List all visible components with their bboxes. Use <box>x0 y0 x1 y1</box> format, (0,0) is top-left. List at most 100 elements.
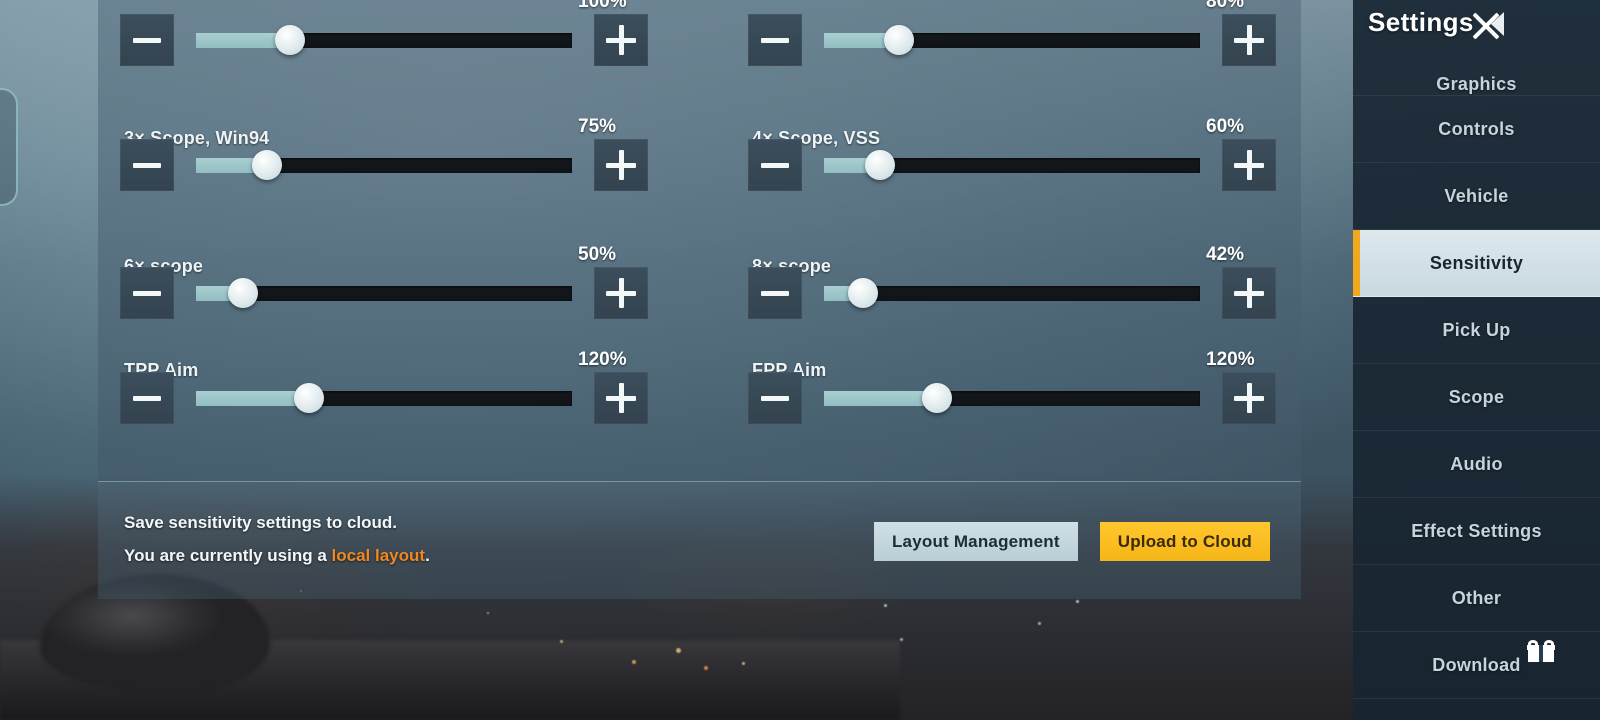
settings-sidebar: Settings Graphics Controls Vehicle Sensitiv… <box>1353 0 1600 720</box>
minus-icon <box>133 37 161 43</box>
cloud-save-text: Save sensitivity settings to cloud. You … <box>124 506 430 572</box>
upload-to-cloud-button[interactable]: Upload to Cloud <box>1099 522 1270 561</box>
increment-button[interactable] <box>594 267 648 319</box>
sensitivity-slider-row <box>120 372 648 424</box>
sidebar-item-pick-up[interactable]: Pick Up <box>1353 297 1600 364</box>
slider-thumb[interactable] <box>884 25 915 55</box>
plus-icon <box>1234 383 1264 413</box>
slider-value: 60% <box>1206 116 1245 137</box>
layout-type-accent: local layout <box>331 546 426 565</box>
slider-track[interactable] <box>824 25 1200 55</box>
cloud-save-line1: Save sensitivity settings to cloud. <box>124 513 398 532</box>
increment-button[interactable] <box>594 14 648 66</box>
sensitivity-slider[interactable] <box>824 267 1200 319</box>
plus-icon <box>606 25 636 55</box>
decrement-button[interactable] <box>748 14 802 66</box>
slider-thumb[interactable] <box>275 25 305 55</box>
sidebar-item-label: Pick Up <box>1442 319 1511 340</box>
increment-button[interactable] <box>1222 267 1276 319</box>
sensitivity-slider-row <box>120 139 648 191</box>
increment-button[interactable] <box>594 139 648 191</box>
plus-icon <box>1234 278 1264 308</box>
decrement-button[interactable] <box>748 372 802 424</box>
increment-button[interactable] <box>1222 139 1276 191</box>
slider-track[interactable] <box>824 383 1200 413</box>
sidebar-item-controls[interactable]: Controls <box>1353 96 1600 163</box>
increment-button[interactable] <box>594 372 648 424</box>
slider-fill <box>196 390 309 406</box>
slider-thumb[interactable] <box>251 150 282 180</box>
edge-control-chip[interactable] <box>0 88 18 206</box>
sidebar-item-effect-settings[interactable]: Effect Settings <box>1353 498 1600 565</box>
sidebar-item-sensitivity[interactable]: Sensitivity <box>1353 230 1600 297</box>
slider-track[interactable] <box>196 25 572 55</box>
sidebar-item-label: Other <box>1451 587 1502 608</box>
sidebar-item-vehicle[interactable]: Vehicle <box>1353 163 1600 230</box>
slider-track[interactable] <box>824 150 1200 180</box>
decrement-button[interactable] <box>120 267 174 319</box>
sensitivity-slider[interactable] <box>196 267 572 319</box>
cloud-save-panel: Save sensitivity settings to cloud. You … <box>98 481 1301 599</box>
sidebar-item-graphics[interactable]: Graphics <box>1353 52 1600 96</box>
sidebar-item-label: Sensitivity <box>1429 252 1524 273</box>
sidebar-item-label: Effect Settings <box>1411 520 1542 541</box>
slider-value: 50% <box>578 244 617 265</box>
plus-icon <box>606 383 636 413</box>
sidebar-item-label: Vehicle <box>1444 185 1509 206</box>
sidebar-item-label: Controls <box>1438 118 1515 139</box>
layout-prefix: You are currently using a <box>124 546 332 565</box>
sensitivity-slider[interactable] <box>196 372 572 424</box>
slider-thumb[interactable] <box>228 278 258 308</box>
decrement-button[interactable] <box>120 372 174 424</box>
plus-icon <box>1234 150 1264 180</box>
sensitivity-panel: 100% 80% 3× Scope, Win94 75% 4× Scope, VSS 60… <box>98 0 1301 481</box>
slider-track[interactable] <box>196 150 572 180</box>
sidebar-header: Settings <box>1353 0 1600 52</box>
sidebar-nav-list: Graphics Controls Vehicle Sensitivity Pick U… <box>1353 52 1600 699</box>
plus-icon <box>606 150 636 180</box>
sensitivity-slider[interactable] <box>824 139 1200 191</box>
collapse-arrow-icon[interactable] <box>1491 12 1504 36</box>
minus-icon <box>133 162 161 168</box>
sidebar-item-scope[interactable]: Scope <box>1353 364 1600 431</box>
plus-icon <box>1234 25 1264 55</box>
decrement-button[interactable] <box>748 267 802 319</box>
minus-icon <box>133 290 161 296</box>
sensitivity-slider[interactable] <box>196 14 572 66</box>
sidebar-item-audio[interactable]: Audio <box>1353 431 1600 498</box>
sidebar-item-other[interactable]: Other <box>1353 565 1600 632</box>
slider-thumb[interactable] <box>293 383 324 413</box>
slider-value: 120% <box>1206 349 1255 370</box>
decrement-button[interactable] <box>748 139 802 191</box>
slider-value: 120% <box>578 349 627 370</box>
increment-button[interactable] <box>1222 372 1276 424</box>
decrement-button[interactable] <box>120 139 174 191</box>
sensitivity-slider-row <box>120 14 648 66</box>
slider-thumb[interactable] <box>865 150 896 180</box>
slider-track[interactable] <box>196 278 572 308</box>
slider-value: 75% <box>578 116 617 137</box>
slider-track[interactable] <box>196 383 572 413</box>
sensitivity-slider[interactable] <box>824 372 1200 424</box>
sensitivity-slider[interactable] <box>824 14 1200 66</box>
sidebar-item-label: Scope <box>1448 386 1505 407</box>
slider-value: 80% <box>1206 0 1245 12</box>
layout-suffix: . <box>425 546 430 565</box>
sensitivity-slider-row <box>748 139 1276 191</box>
slider-fill <box>824 390 937 406</box>
minus-icon <box>761 290 789 296</box>
slider-thumb[interactable] <box>848 278 879 308</box>
layout-management-button[interactable]: Layout Management <box>873 522 1078 561</box>
sensitivity-slider-row <box>748 14 1276 66</box>
sidebar-item-download[interactable]: Download <box>1353 632 1600 699</box>
decrement-button[interactable] <box>120 14 174 66</box>
increment-button[interactable] <box>1222 14 1276 66</box>
sidebar-item-label: Graphics <box>1436 74 1517 94</box>
gift-icon <box>1527 640 1555 662</box>
minus-icon <box>761 395 789 401</box>
minus-icon <box>133 395 161 401</box>
slider-thumb[interactable] <box>921 383 952 413</box>
slider-track[interactable] <box>824 278 1200 308</box>
sensitivity-slider-row <box>748 267 1276 319</box>
sensitivity-slider[interactable] <box>196 139 572 191</box>
